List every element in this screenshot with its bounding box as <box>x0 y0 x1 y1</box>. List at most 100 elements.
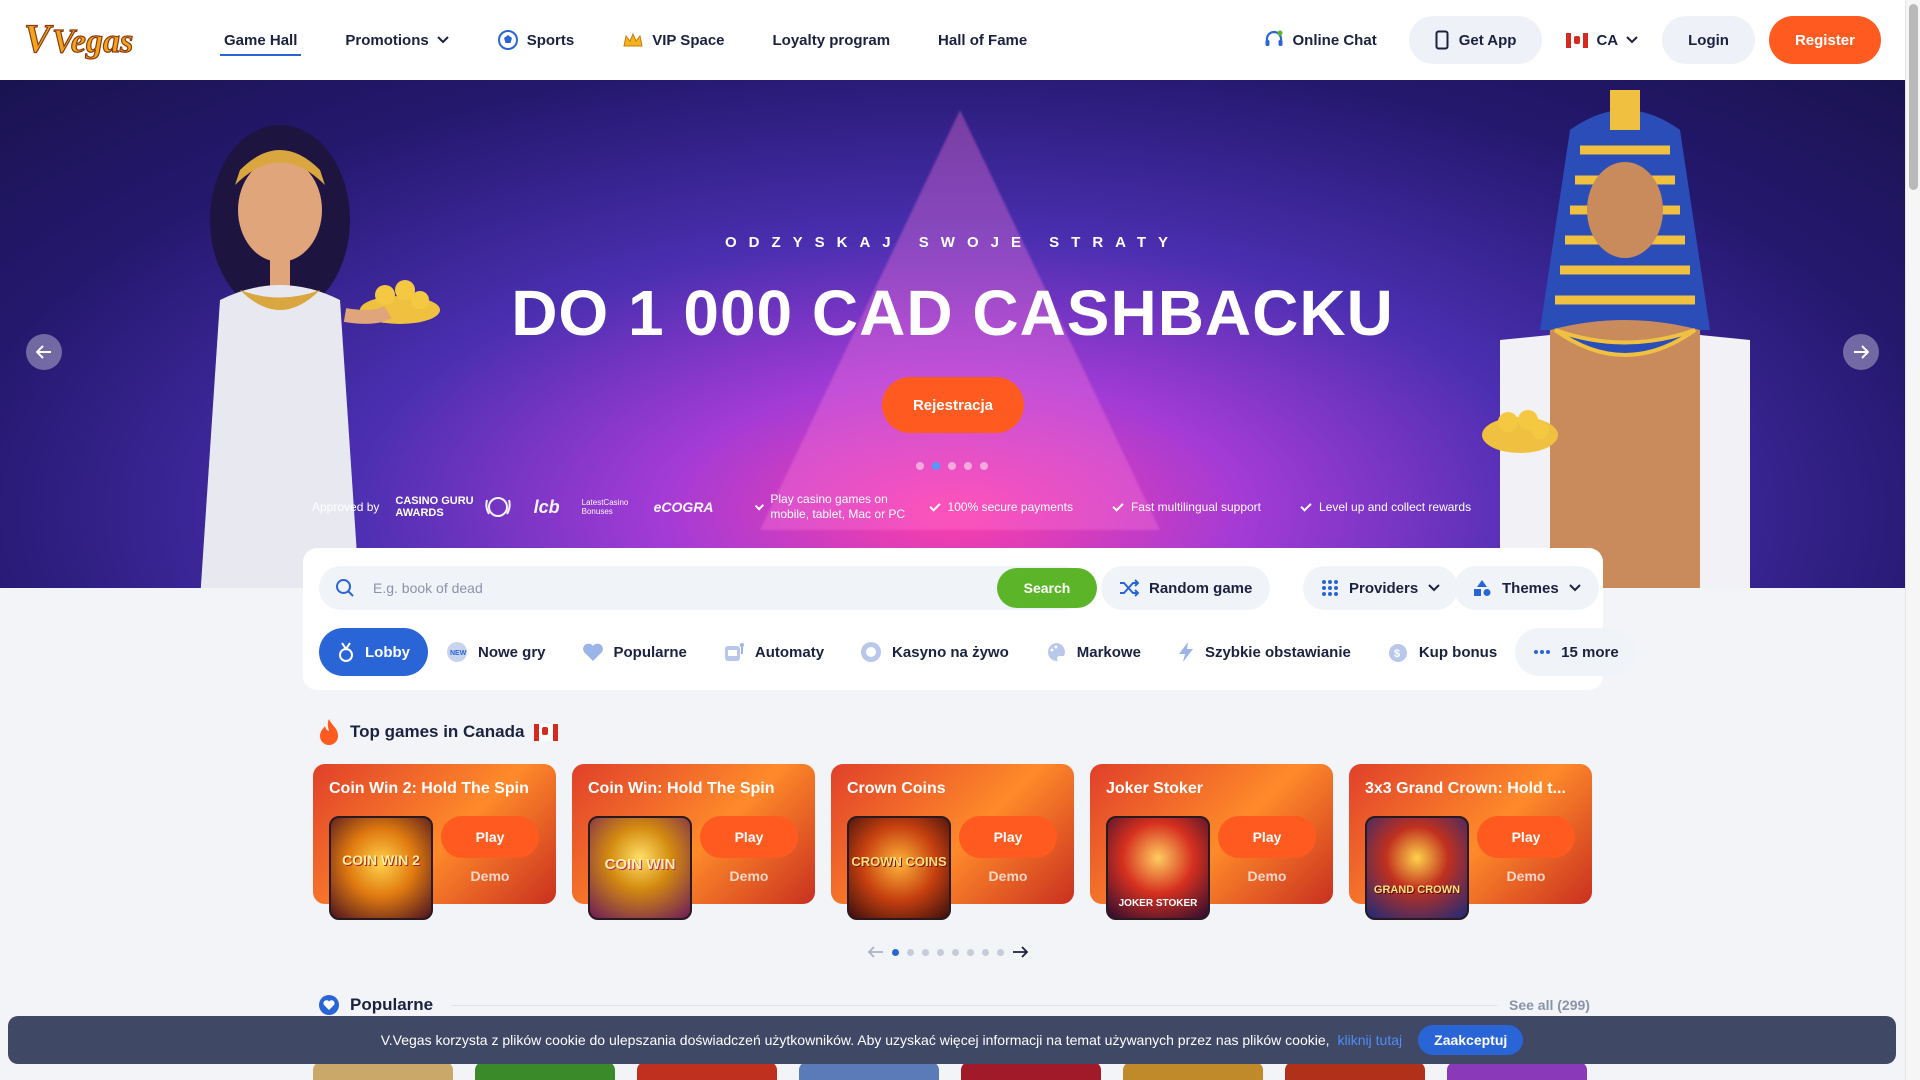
hero-register-button[interactable]: Rejestracja <box>882 377 1024 433</box>
themes-dropdown[interactable]: Themes <box>1454 566 1599 610</box>
login-button[interactable]: Login <box>1662 16 1755 64</box>
category-tab-branded[interactable]: Markowe <box>1027 628 1159 676</box>
page-dot[interactable] <box>937 948 944 956</box>
page-dot[interactable] <box>967 948 974 956</box>
game-card[interactable]: Coin Win: Hold The Spin COIN WIN Play De… <box>572 764 815 920</box>
hero-slide-dot-active[interactable] <box>932 462 940 470</box>
game-thumbnail[interactable] <box>1447 1062 1587 1080</box>
game-title: Coin Win: Hold The Spin <box>588 780 775 797</box>
online-chat-button[interactable]: Online Chat <box>1263 29 1377 51</box>
scrollbar-thumb[interactable] <box>1909 4 1918 190</box>
hero-slide-dot[interactable] <box>980 462 988 470</box>
search-input[interactable] <box>373 566 973 610</box>
nav-loyalty-program[interactable]: Loyalty program <box>773 0 891 80</box>
top-header: V Vegas Game Hall Promotions Sports VIP … <box>0 0 1905 80</box>
cookie-accept-button[interactable]: Zaakceptuj <box>1418 1025 1524 1055</box>
page-dot[interactable] <box>922 948 929 956</box>
cookie-more-info-link[interactable]: kliknij tutaj <box>1338 1032 1403 1048</box>
providers-dropdown[interactable]: Providers <box>1303 566 1459 610</box>
category-tab-live-casino[interactable]: Kasyno na żywo <box>842 628 1027 676</box>
play-button[interactable]: Play <box>700 816 798 858</box>
hero-slide-dot[interactable] <box>948 462 956 470</box>
nav-game-hall[interactable]: Game Hall <box>219 0 302 80</box>
category-tab-slots[interactable]: Automaty <box>705 628 842 676</box>
game-thumbnail[interactable]: JOKER STOKER <box>1106 816 1210 920</box>
feature-multilingual-support: Fast multilingual support <box>1112 499 1261 514</box>
lcb-logo: lcb <box>533 496 560 517</box>
game-card[interactable]: 3x3 Grand Crown: Hold t... GRAND CROWN P… <box>1349 764 1592 920</box>
game-thumbnail[interactable]: COIN WIN <box>588 816 692 920</box>
register-label: Register <box>1794 31 1855 49</box>
category-tabs: Lobby NEW Nowe gry Popularne Automaty Ka… <box>319 628 1637 676</box>
feature-level-up: Level up and collect rewards <box>1300 499 1471 514</box>
top-games-heading: Top games in Canada <box>318 718 559 746</box>
game-thumbnail[interactable] <box>961 1062 1101 1080</box>
get-app-button[interactable]: Get App <box>1408 16 1543 64</box>
heart-badge-icon <box>319 995 339 1015</box>
chevron-down-icon <box>1428 584 1440 592</box>
demo-link[interactable]: Demo <box>959 868 1057 884</box>
demo-link[interactable]: Demo <box>700 868 798 884</box>
game-thumbnail[interactable] <box>475 1062 615 1080</box>
random-game-button[interactable]: Random game <box>1101 566 1271 610</box>
game-thumbnail[interactable] <box>799 1062 939 1080</box>
game-thumbnail[interactable] <box>1123 1062 1263 1080</box>
hero-slide-dot[interactable] <box>964 462 972 470</box>
country-selector[interactable]: CA <box>1556 32 1648 49</box>
category-tab-buy-bonus[interactable]: $ Kup bonus <box>1369 628 1515 676</box>
category-tab-new-games[interactable]: NEW Nowe gry <box>428 628 564 676</box>
game-title: 3x3 Grand Crown: Hold t... <box>1365 780 1566 797</box>
category-tab-popular[interactable]: Popularne <box>564 628 705 676</box>
game-thumbnail[interactable]: COIN WIN 2 <box>329 816 433 920</box>
register-button[interactable]: Register <box>1768 16 1881 64</box>
category-tab-lobby[interactable]: Lobby <box>319 628 428 676</box>
game-card[interactable]: Crown Coins CROWN COINS Play Demo <box>831 764 1074 920</box>
check-icon <box>754 500 764 511</box>
nav-hall-of-fame[interactable]: Hall of Fame <box>938 0 1027 80</box>
soccer-ball-icon <box>497 30 518 50</box>
game-card[interactable]: Joker Stoker JOKER STOKER Play Demo <box>1090 764 1333 920</box>
demo-link[interactable]: Demo <box>441 868 539 884</box>
game-thumbnail[interactable]: GRAND CROWN <box>1365 816 1469 920</box>
nav-vip-space-label: VIP Space <box>652 31 725 49</box>
play-button[interactable]: Play <box>441 816 539 858</box>
page-dot[interactable] <box>907 948 914 956</box>
nav-promotions[interactable]: Promotions <box>345 0 449 80</box>
game-thumbnail[interactable] <box>313 1062 453 1080</box>
play-button[interactable]: Play <box>959 816 1057 858</box>
page-dot[interactable] <box>952 948 959 956</box>
hero-next-button[interactable] <box>1843 334 1879 370</box>
arrow-right-icon <box>1854 345 1869 359</box>
search-button[interactable]: Search <box>997 568 1097 608</box>
page-dot[interactable] <box>997 948 1004 956</box>
play-button[interactable]: Play <box>1477 816 1575 858</box>
lightning-icon <box>1178 642 1193 662</box>
page-dot-active[interactable] <box>892 948 899 956</box>
top-games-carousel: Coin Win 2: Hold The Spin COIN WIN 2 Pla… <box>313 764 1592 920</box>
hero-slide-dot[interactable] <box>916 462 924 470</box>
vegas-logo[interactable]: V Vegas <box>22 12 146 68</box>
game-thumbnail[interactable]: CROWN COINS <box>847 816 951 920</box>
game-thumbnail[interactable] <box>637 1062 777 1080</box>
game-thumbnail[interactable] <box>1285 1062 1425 1080</box>
game-card[interactable]: Coin Win 2: Hold The Spin COIN WIN 2 Pla… <box>313 764 556 920</box>
laurel-badge-icon <box>484 497 511 517</box>
popular-heading: Popularne <box>318 994 433 1016</box>
demo-link[interactable]: Demo <box>1218 868 1316 884</box>
play-button[interactable]: Play <box>1218 816 1316 858</box>
hero-subtitle: ODZYSKAJ SWOJE STRATY <box>724 234 1181 251</box>
demo-link[interactable]: Demo <box>1477 868 1575 884</box>
see-all-link[interactable]: See all (299) <box>1509 997 1590 1013</box>
arrow-right-icon[interactable] <box>1012 946 1028 958</box>
main-nav: Game Hall Promotions Sports VIP Space Lo… <box>219 0 1075 80</box>
nav-sports[interactable]: Sports <box>497 0 574 80</box>
category-tab-more[interactable]: 15 more <box>1515 628 1637 676</box>
hero-prev-button[interactable] <box>26 334 62 370</box>
page-dot[interactable] <box>982 948 989 956</box>
page-scrollbar[interactable] <box>1905 0 1920 1080</box>
nav-hall-of-fame-label: Hall of Fame <box>938 31 1028 49</box>
nav-vip-space[interactable]: VIP Space <box>622 0 725 80</box>
arrow-left-icon[interactable] <box>868 946 884 958</box>
hero-slide-dots <box>916 462 988 470</box>
category-tab-fast-betting[interactable]: Szybkie obstawianie <box>1159 628 1369 676</box>
